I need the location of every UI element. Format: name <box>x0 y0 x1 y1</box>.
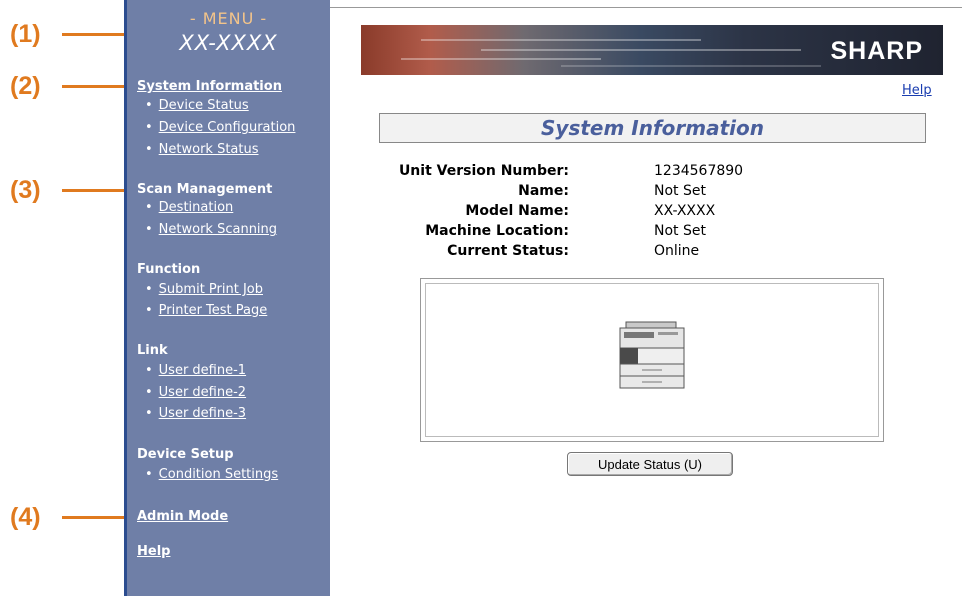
sidebar-item-user-define-2[interactable]: • User define-2 <box>145 385 246 400</box>
callout-line <box>62 189 132 192</box>
update-status-button[interactable]: Update Status (U) <box>567 452 733 476</box>
info-row-model-name: Model Name: XX-XXXX <box>420 203 840 223</box>
info-label: Current Status: <box>447 243 569 259</box>
sidebar-help[interactable]: Help <box>137 544 170 559</box>
bullet: • <box>145 142 153 157</box>
sidebar-item-user-define-1[interactable]: • User define-1 <box>145 363 246 378</box>
callout-1: (1) <box>10 20 132 49</box>
sidebar-item-network-status[interactable]: • Network Status <box>145 142 259 157</box>
callout-number: (3) <box>10 176 41 204</box>
callout-number: (2) <box>10 72 41 100</box>
callout-line <box>62 85 132 88</box>
sidebar-item-label: Device Configuration <box>158 120 296 135</box>
bullet: • <box>145 363 153 378</box>
callout-2: (2) <box>10 72 132 101</box>
bullet: • <box>145 467 153 482</box>
sidebar-scan-management: Scan Management <box>137 182 273 197</box>
info-row-machine-location: Machine Location: Not Set <box>420 223 840 243</box>
sidebar-item-condition-settings[interactable]: • Condition Settings <box>145 467 278 482</box>
sidebar-item-destination[interactable]: • Destination <box>145 200 233 215</box>
info-label: Machine Location: <box>425 223 569 239</box>
help-link[interactable]: Help <box>902 83 932 98</box>
sidebar-item-user-define-3[interactable]: • User define-3 <box>145 406 246 421</box>
sidebar-menu: - MENU - XX-XXXX System Information • Dev… <box>124 0 330 596</box>
sidebar-item-label: Destination <box>158 200 234 215</box>
bullet: • <box>145 222 153 237</box>
info-value: Not Set <box>654 183 706 199</box>
callout-4: (4) <box>10 503 132 532</box>
sidebar-item-label: Network Status <box>158 142 259 157</box>
sharp-logo: SHARP <box>830 37 923 65</box>
page-title-box: System Information <box>379 113 926 143</box>
bullet: • <box>145 385 153 400</box>
sidebar-item-printer-test-page[interactable]: • Printer Test Page <box>145 303 267 318</box>
bullet: • <box>145 406 153 421</box>
info-label: Name: <box>518 183 569 199</box>
info-label: Model Name: <box>465 203 569 219</box>
bullet: • <box>145 282 153 297</box>
callout-line <box>62 516 132 519</box>
info-label: Unit Version Number: <box>398 163 569 179</box>
sidebar-device-setup: Device Setup <box>137 447 234 462</box>
info-value: Not Set <box>654 223 706 239</box>
printer-copier-icon <box>619 321 685 389</box>
callout-line <box>62 33 132 36</box>
bullet: • <box>145 200 153 215</box>
info-row-current-status: Current Status: Online <box>420 243 840 263</box>
bullet: • <box>145 98 153 113</box>
sidebar-item-label: User define-2 <box>158 385 247 400</box>
bullet: • <box>145 303 153 318</box>
info-value: XX-XXXX <box>654 203 716 219</box>
page-title: System Information <box>541 116 764 140</box>
header-banner: SHARP <box>361 25 943 75</box>
sidebar-item-label: Network Scanning <box>158 222 278 237</box>
info-row-name: Name: Not Set <box>420 183 840 203</box>
callout-number: (4) <box>10 503 41 531</box>
sidebar-system-information[interactable]: System Information <box>137 79 282 94</box>
callout-number: (1) <box>10 20 41 48</box>
sidebar-item-label: Submit Print Job <box>158 282 263 297</box>
top-divider <box>330 7 962 8</box>
info-value: 1234567890 <box>654 163 744 179</box>
sidebar-item-submit-print-job[interactable]: • Submit Print Job <box>145 282 263 297</box>
sidebar-item-label: Printer Test Page <box>158 303 268 318</box>
menu-title: - MENU - <box>189 9 268 28</box>
sidebar-item-label: Condition Settings <box>158 467 279 482</box>
sidebar-link: Link <box>137 343 168 358</box>
sidebar-item-device-status[interactable]: • Device Status <box>145 98 249 113</box>
sidebar-item-network-scanning[interactable]: • Network Scanning <box>145 222 277 237</box>
device-image-frame <box>420 278 884 442</box>
sidebar-item-label: User define-3 <box>158 406 247 421</box>
sidebar-item-label: Device Status <box>158 98 249 113</box>
bullet: • <box>145 120 153 135</box>
sidebar-admin-mode[interactable]: Admin Mode <box>137 509 228 524</box>
callout-3: (3) <box>10 176 132 205</box>
info-value: Online <box>654 243 700 259</box>
sidebar-item-label: User define-1 <box>158 363 247 378</box>
sidebar-item-device-configuration[interactable]: • Device Configuration <box>145 120 295 135</box>
sidebar-function: Function <box>137 262 201 277</box>
model-name: XX-XXXX <box>179 31 278 55</box>
info-row-unit-version: Unit Version Number: 1234567890 <box>399 163 840 183</box>
